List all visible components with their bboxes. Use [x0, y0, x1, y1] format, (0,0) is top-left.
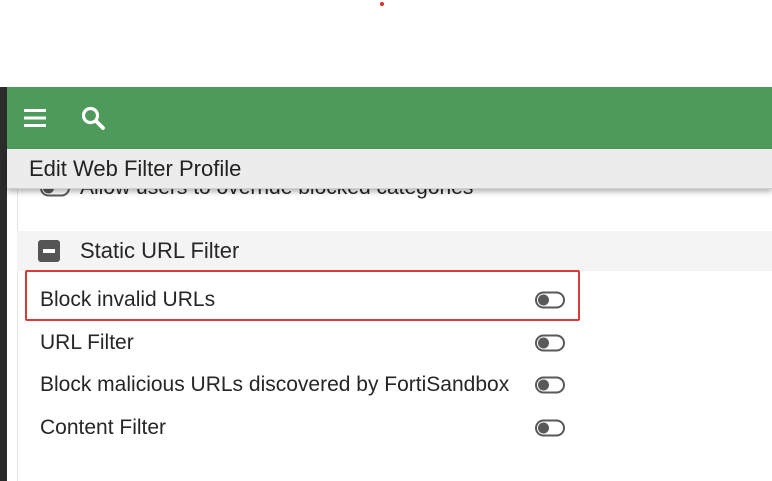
block-malicious-urls-row: Block malicious URLs discovered by Forti…	[40, 367, 580, 403]
toggle-knob	[538, 422, 549, 434]
static-url-filter-header[interactable]: Static URL Filter	[17, 231, 772, 271]
block-malicious-urls-toggle[interactable]	[535, 376, 565, 394]
block-malicious-urls-label: Block malicious URLs discovered by Forti…	[40, 373, 510, 396]
breadcrumb: Edit Web Filter Profile	[7, 149, 772, 189]
top-navigation-bar	[7, 87, 772, 149]
search-icon[interactable]	[79, 104, 107, 132]
url-filter-row: URL Filter	[40, 325, 580, 361]
screen: Allow users to override blocked categori…	[0, 0, 772, 481]
block-invalid-urls-row: Block invalid URLs	[40, 282, 580, 318]
cursor-dot	[380, 2, 384, 6]
content-filter-label: Content Filter	[40, 416, 167, 439]
block-invalid-urls-toggle[interactable]	[535, 291, 565, 309]
toggle-knob	[538, 294, 549, 306]
block-invalid-urls-label: Block invalid URLs	[40, 288, 216, 311]
hamburger-menu-icon[interactable]	[21, 104, 49, 132]
toggle-knob	[538, 337, 549, 349]
left-panel-edge	[0, 87, 7, 481]
page-title: Edit Web Filter Profile	[29, 156, 242, 181]
toggle-knob	[538, 379, 549, 391]
content-filter-toggle[interactable]	[535, 419, 565, 437]
url-filter-toggle[interactable]	[535, 334, 565, 352]
url-filter-label: URL Filter	[40, 331, 134, 354]
static-url-filter-title: Static URL Filter	[80, 238, 240, 263]
content-filter-row: Content Filter	[40, 410, 580, 446]
collapse-minus-icon[interactable]	[38, 240, 60, 262]
